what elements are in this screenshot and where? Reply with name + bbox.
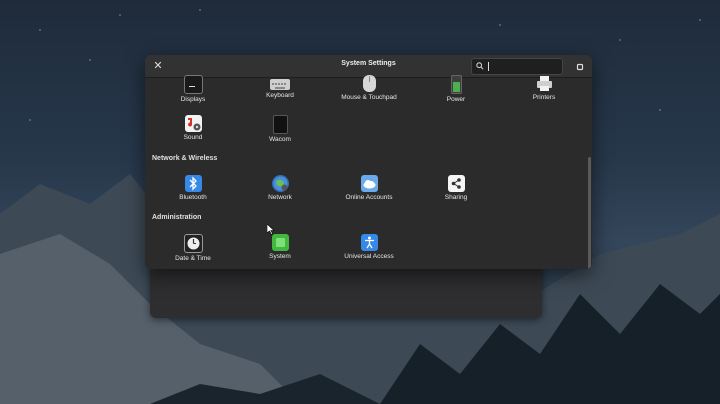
printer-icon — [536, 75, 553, 92]
battery-icon — [450, 75, 462, 94]
item-label: Online Accounts — [345, 194, 393, 201]
accessibility-icon — [360, 234, 378, 251]
item-label: Displays — [180, 96, 206, 103]
background-window — [150, 262, 542, 318]
settings-item-network[interactable]: Network — [240, 175, 320, 201]
item-label: Date & Time — [175, 255, 211, 262]
settings-content: Displays Keyboard Mouse & Touchpad Power… — [145, 75, 592, 269]
item-label: Power — [446, 96, 466, 103]
item-label: System — [269, 253, 291, 260]
text-caret — [488, 62, 489, 71]
share-icon — [447, 175, 465, 192]
network-icon — [271, 175, 289, 192]
settings-item-date-time[interactable]: Date & Time — [153, 234, 233, 262]
keyboard-icon — [270, 79, 290, 90]
item-label: Printers — [532, 94, 556, 101]
settings-item-bluetooth[interactable]: Bluetooth — [153, 175, 233, 201]
settings-item-sound[interactable]: Sound — [153, 115, 233, 141]
item-label: Mouse & Touchpad — [341, 94, 397, 101]
settings-item-wacom[interactable]: Wacom — [240, 115, 320, 143]
system-icon — [271, 234, 289, 251]
sound-icon — [184, 115, 202, 132]
item-label: Sound — [183, 134, 203, 141]
scrollbar[interactable] — [588, 157, 591, 269]
maximize-icon — [576, 63, 584, 71]
item-label: Keyboard — [266, 92, 294, 99]
settings-item-system[interactable]: System — [240, 234, 320, 260]
settings-item-power[interactable]: Power — [416, 75, 496, 103]
display-icon — [183, 75, 203, 94]
bluetooth-icon — [184, 175, 202, 192]
search-icon — [476, 62, 484, 70]
item-label: Bluetooth — [179, 194, 207, 201]
system-settings-window: ✕ System Settings Displays Keyboard Mous… — [145, 55, 592, 269]
settings-item-mouse-touchpad[interactable]: Mouse & Touchpad — [329, 75, 409, 101]
section-title-network: Network & Wireless — [152, 155, 218, 162]
mouse-cursor-icon — [267, 224, 275, 235]
cloud-icon — [360, 175, 378, 192]
settings-item-printers[interactable]: Printers — [504, 75, 584, 101]
settings-item-displays[interactable]: Displays — [153, 75, 233, 103]
settings-item-keyboard[interactable]: Keyboard — [240, 75, 320, 99]
item-label: Universal Access — [344, 253, 394, 260]
search-input[interactable] — [471, 58, 563, 75]
section-title-administration: Administration — [152, 214, 202, 221]
item-label: Sharing — [444, 194, 468, 201]
mouse-icon — [362, 75, 376, 92]
tablet-icon — [272, 115, 288, 134]
item-label: Wacom — [269, 136, 291, 143]
settings-item-sharing[interactable]: Sharing — [416, 175, 496, 201]
maximize-button[interactable] — [574, 60, 586, 72]
clock-icon — [183, 234, 203, 253]
item-label: Network — [268, 194, 292, 201]
settings-item-online-accounts[interactable]: Online Accounts — [329, 175, 409, 201]
settings-item-universal-access[interactable]: Universal Access — [329, 234, 409, 260]
